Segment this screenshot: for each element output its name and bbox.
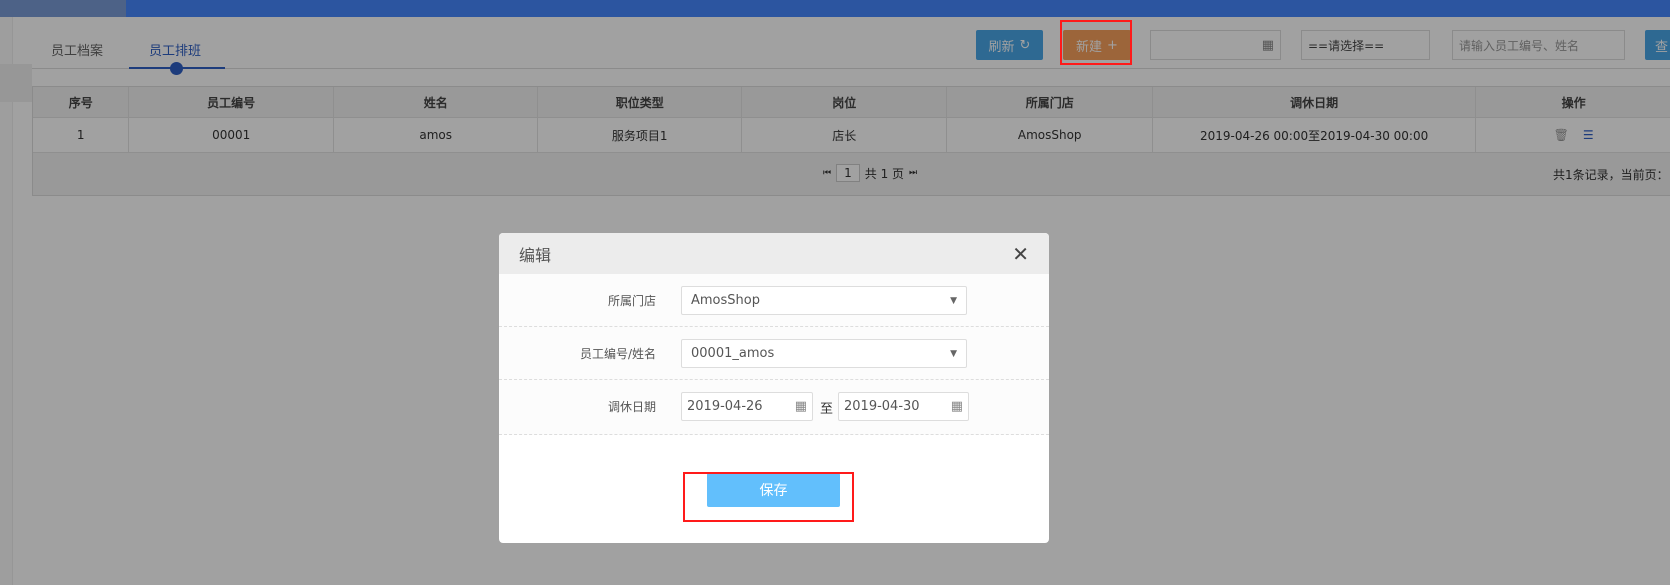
highlight-new-button [1060,20,1132,65]
date-row: 调休日期 2019-04-26 ▦ 至 2019-04-30 ▦ [499,380,1049,435]
dialog-header: 编辑 ✕ [499,233,1049,274]
employee-row: 员工编号/姓名 00001_amos ▼ [499,327,1049,380]
date-to-value: 2019-04-30 [844,399,920,414]
employee-select[interactable]: 00001_amos ▼ [681,339,967,368]
dropdown-arrow-icon: ▼ [950,348,957,359]
store-label: 所属门店 [607,294,656,308]
dialog-title: 编辑 [519,245,552,265]
store-row: 所属门店 AmosShop ▼ [499,274,1049,327]
date-separator: 至 [820,402,834,417]
date-to-input[interactable]: 2019-04-30 ▦ [838,392,969,421]
calendar-icon[interactable]: ▦ [951,399,963,414]
close-icon[interactable]: ✕ [1012,242,1029,266]
highlight-save-button [683,472,854,522]
date-from-value: 2019-04-26 [687,399,763,414]
store-value: AmosShop [691,293,760,308]
store-select[interactable]: AmosShop ▼ [681,286,967,315]
employee-label: 员工编号/姓名 [579,347,656,361]
date-from-input[interactable]: 2019-04-26 ▦ [681,392,813,421]
dropdown-arrow-icon: ▼ [950,295,957,306]
employee-value: 00001_amos [691,346,775,361]
calendar-icon[interactable]: ▦ [795,399,807,414]
date-label: 调休日期 [607,400,656,414]
